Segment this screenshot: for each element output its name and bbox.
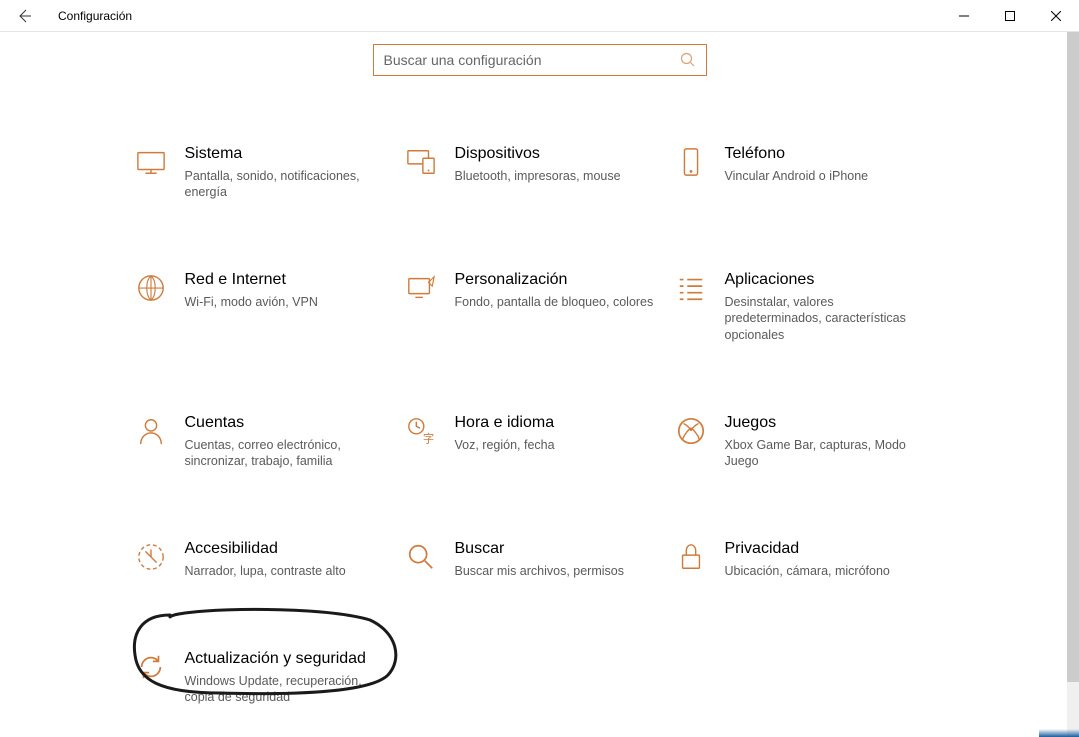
search-icon <box>680 52 696 68</box>
tile-text: Aplicaciones Desinstalar, valores predet… <box>725 270 925 343</box>
window-controls <box>941 0 1079 32</box>
accessibility-icon <box>135 541 167 573</box>
devices-icon <box>405 146 437 178</box>
back-button[interactable] <box>0 0 48 32</box>
tile-network[interactable]: Red e Internet Wi-Fi, modo avión, VPN <box>135 270 405 343</box>
tile-text: Privacidad Ubicación, cámara, micrófono <box>725 539 925 579</box>
tile-title: Sistema <box>185 144 385 165</box>
tile-ease-of-access[interactable]: Accesibilidad Narrador, lupa, contraste … <box>135 539 405 579</box>
tile-title: Red e Internet <box>185 270 385 291</box>
tile-desc: Narrador, lupa, contraste alto <box>185 563 385 579</box>
tile-title: Aplicaciones <box>725 270 925 291</box>
person-icon <box>135 415 167 447</box>
tile-title: Buscar <box>455 539 655 560</box>
tile-desc: Xbox Game Bar, capturas, Modo Juego <box>725 437 925 470</box>
tile-desc: Windows Update, recuperación, copia de s… <box>185 673 385 706</box>
close-icon <box>1051 11 1061 21</box>
globe-icon <box>135 272 167 304</box>
phone-icon <box>675 146 707 178</box>
tile-title: Teléfono <box>725 144 925 165</box>
search-input[interactable] <box>384 52 680 68</box>
tile-privacy[interactable]: Privacidad Ubicación, cámara, micrófono <box>675 539 945 579</box>
tile-apps[interactable]: Aplicaciones Desinstalar, valores predet… <box>675 270 945 343</box>
tile-title: Actualización y seguridad <box>185 649 385 670</box>
lock-icon <box>675 541 707 573</box>
search-wrap <box>0 44 1079 76</box>
vertical-scrollbar[interactable] <box>1067 32 1079 737</box>
tile-title: Juegos <box>725 413 925 434</box>
search-box[interactable] <box>373 44 707 76</box>
maximize-button[interactable] <box>987 0 1033 32</box>
tile-time-language[interactable]: 字 Hora e idioma Voz, región, fecha <box>405 413 675 469</box>
tile-desc: Voz, región, fecha <box>455 437 655 453</box>
tile-desc: Buscar mis archivos, permisos <box>455 563 655 579</box>
tile-title: Hora e idioma <box>455 413 655 434</box>
tile-text: Personalización Fondo, pantalla de bloqu… <box>455 270 655 310</box>
taskbar-edge <box>1039 729 1079 737</box>
tile-update-security[interactable]: Actualización y seguridad Windows Update… <box>135 649 405 705</box>
tile-gaming[interactable]: Juegos Xbox Game Bar, capturas, Modo Jue… <box>675 413 945 469</box>
tile-text: Buscar Buscar mis archivos, permisos <box>455 539 655 579</box>
tile-title: Privacidad <box>725 539 925 560</box>
magnifier-icon <box>405 541 437 573</box>
sync-icon <box>135 651 167 683</box>
system-icon <box>135 146 167 178</box>
tile-title: Dispositivos <box>455 144 655 165</box>
tile-desc: Wi-Fi, modo avión, VPN <box>185 294 385 310</box>
tile-text: Dispositivos Bluetooth, impresoras, mous… <box>455 144 655 184</box>
list-icon <box>675 272 707 304</box>
tile-text: Teléfono Vincular Android o iPhone <box>725 144 925 184</box>
tile-devices[interactable]: Dispositivos Bluetooth, impresoras, mous… <box>405 144 675 200</box>
tile-desc: Bluetooth, impresoras, mouse <box>455 168 655 184</box>
time-language-icon: 字 <box>405 415 437 447</box>
tile-desc: Cuentas, correo electrónico, sincronizar… <box>185 437 385 470</box>
tile-text: Accesibilidad Narrador, lupa, contraste … <box>185 539 385 579</box>
tile-accounts[interactable]: Cuentas Cuentas, correo electrónico, sin… <box>135 413 405 469</box>
tile-text: Cuentas Cuentas, correo electrónico, sin… <box>185 413 385 469</box>
tile-text: Red e Internet Wi-Fi, modo avión, VPN <box>185 270 385 310</box>
tile-text: Sistema Pantalla, sonido, notificaciones… <box>185 144 385 200</box>
scroll-thumb[interactable] <box>1067 32 1079 682</box>
minimize-icon <box>959 11 969 21</box>
tile-desc: Pantalla, sonido, notificaciones, energí… <box>185 168 385 201</box>
tile-title: Personalización <box>455 270 655 291</box>
tile-desc: Desinstalar, valores predeterminados, ca… <box>725 294 925 343</box>
window-title: Configuración <box>58 9 132 23</box>
tile-desc: Vincular Android o iPhone <box>725 168 925 184</box>
tile-desc: Fondo, pantalla de bloqueo, colores <box>455 294 655 310</box>
arrow-left-icon <box>16 8 32 24</box>
brush-icon <box>405 272 437 304</box>
titlebar: Configuración <box>0 0 1079 32</box>
close-button[interactable] <box>1033 0 1079 32</box>
tile-title: Accesibilidad <box>185 539 385 560</box>
xbox-icon <box>675 415 707 447</box>
tile-system[interactable]: Sistema Pantalla, sonido, notificaciones… <box>135 144 405 200</box>
tile-desc: Ubicación, cámara, micrófono <box>725 563 925 579</box>
tile-text: Actualización y seguridad Windows Update… <box>185 649 385 705</box>
svg-text:字: 字 <box>422 431 433 445</box>
tile-text: Hora e idioma Voz, región, fecha <box>455 413 655 453</box>
content-area: Sistema Pantalla, sonido, notificaciones… <box>0 32 1079 705</box>
tile-text: Juegos Xbox Game Bar, capturas, Modo Jue… <box>725 413 925 469</box>
tile-personalization[interactable]: Personalización Fondo, pantalla de bloqu… <box>405 270 675 343</box>
tile-title: Cuentas <box>185 413 385 434</box>
settings-grid: Sistema Pantalla, sonido, notificaciones… <box>0 144 1079 705</box>
minimize-button[interactable] <box>941 0 987 32</box>
tile-search[interactable]: Buscar Buscar mis archivos, permisos <box>405 539 675 579</box>
tile-phone[interactable]: Teléfono Vincular Android o iPhone <box>675 144 945 200</box>
maximize-icon <box>1005 11 1015 21</box>
